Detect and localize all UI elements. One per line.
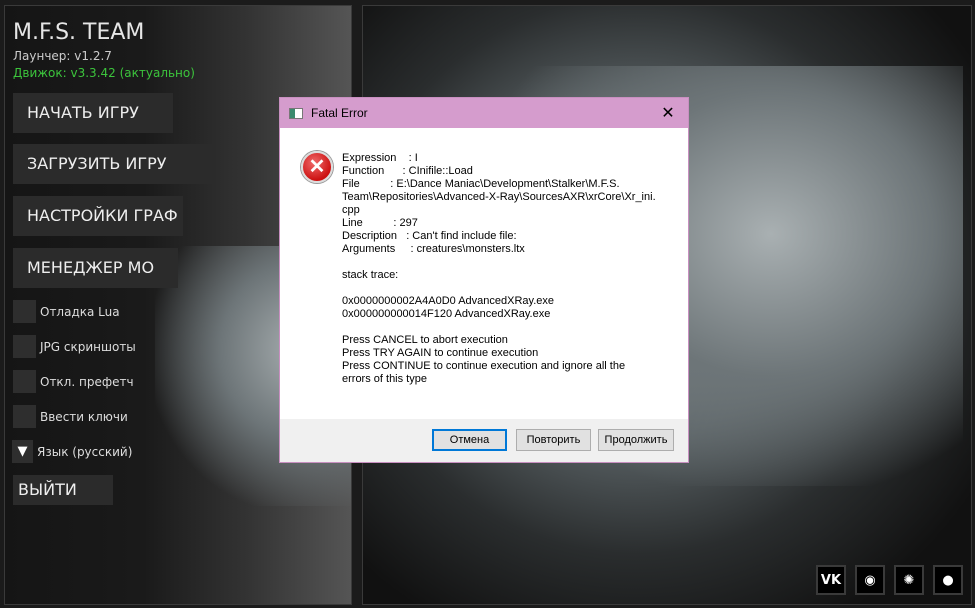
- app-title: M.F.S. TEAM: [13, 20, 145, 45]
- start-game-button[interactable]: НАЧАТЬ ИГРУ: [13, 93, 173, 133]
- launcher-version: Лаунчер: v1.2.7: [13, 49, 112, 63]
- checkbox[interactable]: [13, 405, 36, 428]
- vk-button[interactable]: VK: [816, 565, 846, 595]
- vk-icon: VK: [818, 567, 844, 593]
- option-jpg-screenshots[interactable]: JPG скриншоты: [13, 335, 136, 358]
- checkbox[interactable]: [13, 335, 36, 358]
- graphics-settings-button[interactable]: НАСТРОЙКИ ГРАФ: [13, 196, 183, 236]
- option-lua-debug[interactable]: Отладка Lua: [13, 300, 120, 323]
- dialog-footer: Отмена Повторить Продолжить: [280, 419, 688, 462]
- dialog-titlebar[interactable]: Fatal Error ✕: [280, 98, 688, 128]
- option-label: Откл. префетч: [40, 374, 134, 389]
- github-button[interactable]: ●: [933, 565, 963, 595]
- continue-button[interactable]: Продолжить: [598, 429, 674, 451]
- option-disable-prefetch[interactable]: Откл. префетч: [13, 370, 134, 393]
- error-icon: ✕: [301, 151, 333, 183]
- discord-button[interactable]: ◉: [855, 565, 885, 595]
- engine-version: Движок: v3.3.42 (актуально): [13, 66, 195, 80]
- discord-icon: ◉: [857, 567, 883, 593]
- chevron-down-icon: ▼: [12, 440, 33, 463]
- language-dropdown[interactable]: ▼ Язык (русский): [12, 440, 132, 463]
- language-label: Язык (русский): [37, 444, 133, 459]
- clock-logo-button[interactable]: ✺: [894, 565, 924, 595]
- clock-logo-icon: ✺: [896, 567, 922, 593]
- fatal-error-dialog: Fatal Error ✕ ✕ Expression : I Function …: [279, 97, 689, 463]
- exit-button[interactable]: ВЫЙТИ: [13, 475, 113, 505]
- error-message: Expression : I Function : CInifile::Load…: [342, 152, 656, 385]
- cancel-button[interactable]: Отмена: [432, 429, 507, 451]
- github-icon: ●: [935, 567, 961, 593]
- option-label: Ввести ключи: [40, 409, 128, 424]
- checkbox[interactable]: [13, 370, 36, 393]
- option-enter-keys[interactable]: Ввести ключи: [13, 405, 128, 428]
- close-icon[interactable]: ✕: [648, 103, 688, 123]
- dialog-title: Fatal Error: [311, 106, 368, 120]
- load-game-button[interactable]: ЗАГРУЗИТЬ ИГРУ: [13, 144, 213, 184]
- option-label: JPG скриншоты: [40, 339, 136, 354]
- checkbox[interactable]: [13, 300, 36, 323]
- option-label: Отладка Lua: [40, 304, 120, 319]
- mod-manager-button[interactable]: МЕНЕДЖЕР МО: [13, 248, 178, 288]
- retry-button[interactable]: Повторить: [516, 429, 591, 451]
- app-window-icon: [289, 107, 303, 119]
